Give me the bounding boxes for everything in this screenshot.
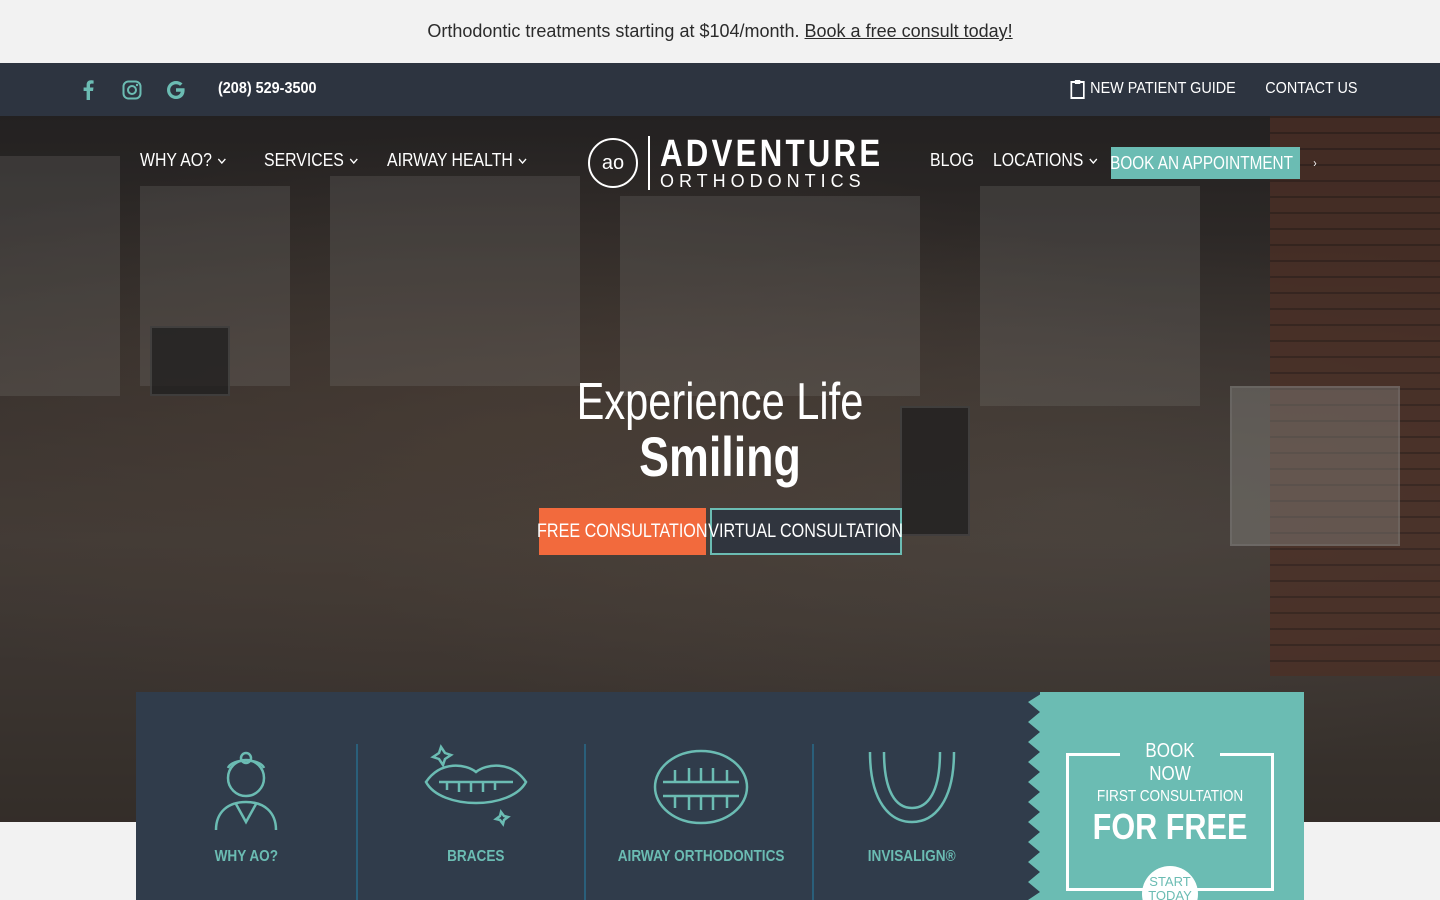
logo-divider — [648, 136, 650, 190]
book-appointment-label: BOOK AN APPOINTMENT — [1110, 152, 1293, 173]
site-logo[interactable]: ao ADVENTURE ORTHODONTICS — [588, 133, 932, 190]
service-label: AIRWAY ORTHODONTICS — [617, 848, 785, 865]
service-label: INVISALIGN® — [868, 848, 956, 865]
chevron-down-icon — [1089, 157, 1098, 164]
hero-title-line2: Smiling — [639, 425, 801, 488]
aligner-icon — [868, 751, 956, 824]
free-consultation-label: FREE CONSULTATION — [537, 520, 708, 542]
promo-link[interactable]: Book a free consult today! — [805, 21, 1013, 42]
card-subtitle: FIRST CONSULTATION — [1096, 788, 1244, 805]
chevron-down-icon — [518, 157, 527, 164]
instagram-icon[interactable] — [120, 79, 144, 101]
nav-locations[interactable]: LOCATIONS — [993, 150, 1098, 171]
phone-number[interactable]: (208) 529-3500 — [218, 80, 316, 98]
logo-text: ADVENTURE ORTHODONTICS — [660, 133, 932, 190]
service-airway-orthodontics[interactable]: AIRWAY ORTHODONTICS — [618, 742, 784, 866]
nav-why-ao[interactable]: WHY AO? — [140, 150, 226, 171]
service-braces[interactable]: BRACES — [406, 742, 546, 866]
teeth-icon — [653, 749, 749, 825]
nav-airway-label: AIRWAY HEALTH — [387, 150, 513, 170]
orthodontist-icon — [214, 751, 278, 831]
hero-title-line1: Experience Life — [576, 373, 864, 431]
service-label: BRACES — [447, 848, 505, 865]
virtual-consultation-button[interactable]: VIRTUAL CONSULTATION — [708, 508, 904, 555]
card-headline: FOR FREE — [1092, 806, 1248, 847]
contact-us-link[interactable]: CONTACT US — [1266, 80, 1358, 98]
book-appointment-button[interactable]: BOOK AN APPOINTMENT › — [1110, 147, 1317, 179]
logo-line1: ADVENTURE — [660, 133, 884, 175]
nav-services[interactable]: SERVICES — [264, 150, 358, 171]
nav-blog[interactable]: BLOG — [930, 150, 974, 171]
nav-blog-label: BLOG — [930, 150, 975, 170]
card-zigzag-edge — [1028, 692, 1044, 900]
service-label: WHY AO? — [214, 848, 278, 865]
badge-line2: TODAY — [1148, 888, 1192, 900]
card-title: BOOK NOW — [1120, 740, 1220, 786]
free-consultation-button[interactable]: FREE CONSULTATION — [537, 508, 708, 555]
nav-services-label: SERVICES — [264, 150, 344, 170]
service-why-ao[interactable]: WHY AO? — [176, 742, 316, 866]
new-patient-guide-link[interactable]: NEW PATIENT GUIDE — [1070, 79, 1235, 99]
social-links — [76, 79, 188, 101]
smile-braces-icon — [424, 744, 528, 827]
nav-locations-label: LOCATIONS — [993, 150, 1084, 170]
chevron-down-icon — [217, 157, 226, 164]
facebook-icon[interactable] — [76, 79, 100, 101]
clipboard-icon — [1070, 80, 1085, 99]
nav-airway-health[interactable]: AIRWAY HEALTH — [387, 150, 527, 171]
google-icon[interactable] — [164, 79, 188, 101]
utility-bar: (208) 529-3500 NEW PATIENT GUIDE CONTACT… — [0, 63, 1440, 116]
chevron-down-icon — [349, 157, 358, 164]
badge-line1: START — [1149, 874, 1191, 889]
utility-links: NEW PATIENT GUIDE CONTACT US — [1052, 79, 1358, 99]
new-patient-guide-label: NEW PATIENT GUIDE — [1089, 80, 1236, 97]
chevron-right-icon: › — [1313, 156, 1317, 170]
nav-why-label: WHY AO? — [140, 150, 212, 170]
promo-bar: Orthodontic treatments starting at $104/… — [0, 0, 1440, 63]
virtual-consultation-label: VIRTUAL CONSULTATION — [708, 520, 904, 542]
service-invisalign[interactable]: INVISALIGN® — [842, 742, 982, 866]
logo-mark: ao — [588, 138, 638, 188]
promo-text: Orthodontic treatments starting at $104/… — [427, 21, 800, 41]
